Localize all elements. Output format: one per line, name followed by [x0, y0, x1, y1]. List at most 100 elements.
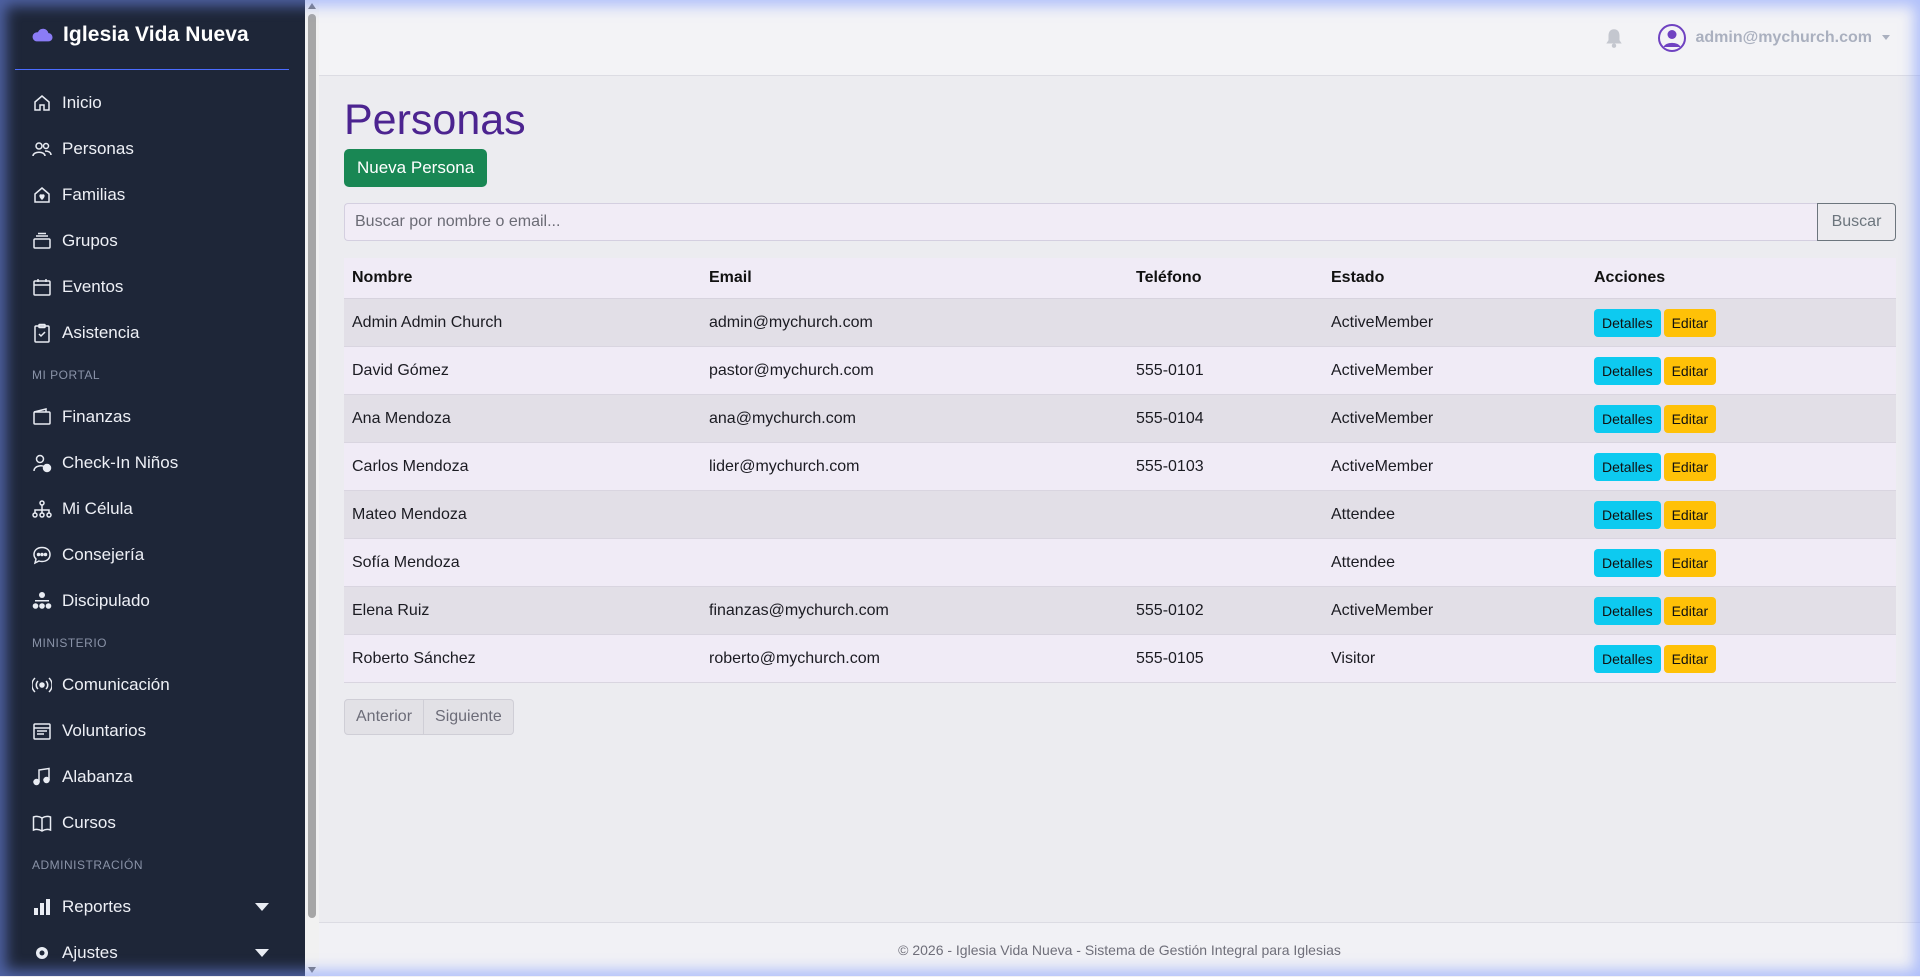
gear-icon [32, 943, 52, 963]
topbar: admin@mychurch.com [319, 0, 1920, 76]
sidebar-item-label: Personas [62, 139, 134, 158]
cell-estado: ActiveMember [1323, 346, 1586, 395]
sidebar-item-grupos[interactable]: Grupos [0, 218, 305, 264]
search-input[interactable] [344, 203, 1817, 241]
cell-telefono: 555-0105 [1128, 634, 1323, 683]
sidebar-item-inicio[interactable]: Inicio [0, 80, 305, 126]
edit-button[interactable]: Editar [1663, 548, 1717, 577]
cell-nombre: Carlos Mendoza [344, 442, 701, 491]
scrollbar-thumb[interactable] [308, 14, 316, 918]
prev-page-button[interactable]: Anterior [344, 699, 425, 735]
sidebar-item-eventos[interactable]: Eventos [0, 264, 305, 310]
cell-acciones: Detalles Editar [1586, 442, 1896, 491]
search-bar: Buscar [344, 203, 1896, 241]
cell-acciones: Detalles Editar [1586, 538, 1896, 587]
user-menu[interactable]: admin@mychurch.com [1657, 23, 1890, 53]
search-button[interactable]: Buscar [1817, 203, 1896, 241]
edit-button[interactable]: Editar [1663, 404, 1717, 433]
details-button[interactable]: Detalles [1594, 452, 1661, 481]
sidebar-item-reportes[interactable]: Reportes [0, 884, 305, 930]
bar-chart-icon [32, 897, 52, 917]
cell-telefono: 555-0103 [1128, 442, 1323, 491]
cell-email: admin@mychurch.com [701, 298, 1128, 347]
sidebar-item-label: Grupos [62, 231, 118, 250]
details-button[interactable]: Detalles [1594, 356, 1661, 385]
edit-button[interactable]: Editar [1663, 308, 1717, 337]
details-button[interactable]: Detalles [1594, 644, 1661, 673]
sidebar-item-discipulado[interactable]: Discipulado [0, 578, 305, 624]
sidebar-item-label: Consejería [62, 545, 145, 564]
wallet-icon [32, 407, 52, 427]
sidebar-item-alabanza[interactable]: Alabanza [0, 754, 305, 800]
sidebar-item-finanzas[interactable]: Finanzas [0, 394, 305, 440]
cell-email [701, 538, 1128, 587]
clipboard-check-icon [32, 323, 52, 343]
user-avatar-icon [1658, 23, 1687, 52]
next-page-button[interactable]: Siguiente [424, 699, 514, 735]
edit-button[interactable]: Editar [1663, 644, 1717, 673]
sidebar-item-personas[interactable]: Personas [0, 126, 305, 172]
sidebar-item-ajustes[interactable]: Ajustes [0, 930, 305, 976]
table-row: Admin Admin Church admin@mychurch.com Acti… [344, 298, 1896, 347]
sidebar-item-label: Reportes [62, 897, 131, 916]
sidebar-item-mi-celula[interactable]: Mi Célula [0, 486, 305, 532]
section-ministerio: MINISTERIO [32, 636, 108, 650]
sidebar-scrollbar[interactable] [305, 0, 319, 976]
sidebar-item-label: Discipulado [62, 591, 150, 610]
column-header-telefono[interactable]: Teléfono [1128, 258, 1323, 299]
details-button[interactable]: Detalles [1594, 548, 1661, 577]
details-button[interactable]: Detalles [1594, 308, 1661, 337]
edit-button[interactable]: Editar [1663, 452, 1717, 481]
sidebar-item-label: Mi Célula [62, 499, 133, 518]
page-title: Personas [344, 96, 526, 144]
edit-button[interactable]: Editar [1663, 500, 1717, 529]
details-button[interactable]: Detalles [1594, 500, 1661, 529]
sidebar-nav: Inicio Personas Familias Grupos Eventos … [0, 70, 305, 976]
table-row: Ana Mendoza ana@mychurch.com 555-0104 Activ… [344, 394, 1896, 443]
people-icon [32, 139, 52, 159]
cell-telefono [1128, 298, 1323, 347]
sidebar-item-label: Eventos [62, 277, 124, 296]
chevron-down-icon[interactable] [255, 949, 269, 957]
column-header-nombre[interactable]: Nombre [344, 258, 701, 299]
chat-dots-icon [32, 545, 52, 565]
details-button[interactable]: Detalles [1594, 596, 1661, 625]
section-mi-portal: MI PORTAL [32, 368, 101, 382]
column-header-email[interactable]: Email [701, 258, 1128, 299]
new-person-button[interactable]: Nueva Persona [344, 149, 488, 187]
sidebar-item-voluntarios[interactable]: Voluntarios [0, 708, 305, 754]
table-row: Carlos Mendoza lider@mychurch.com 555-0103… [344, 442, 1896, 491]
sidebar-item-label: Check-In Niños [62, 453, 179, 472]
pagination: Anterior Siguiente [344, 699, 1896, 735]
section-administracion: ADMINISTRACIÓN [32, 858, 144, 872]
edit-button[interactable]: Editar [1663, 596, 1717, 625]
main-content: Personas Nueva Persona Buscar Nombre Ema… [344, 96, 1896, 735]
sidebar-item-cursos[interactable]: Cursos [0, 800, 305, 846]
sidebar-item-familias[interactable]: Familias [0, 172, 305, 218]
sidebar-item-comunicacion[interactable]: Comunicación [0, 662, 305, 708]
footer-text: © 2026 - Iglesia Vida Nueva - Sistema de… [898, 942, 1341, 958]
broadcast-icon [32, 675, 52, 695]
sidebar-item-asistencia[interactable]: Asistencia [0, 310, 305, 356]
brand-name: Iglesia Vida Nueva [63, 22, 249, 46]
cell-estado: ActiveMember [1323, 394, 1586, 443]
chevron-down-icon [1882, 35, 1890, 40]
sidebar-item-consejeria[interactable]: Consejería [0, 532, 305, 578]
sidebar-item-label: Inicio [62, 93, 102, 112]
brand[interactable]: Iglesia Vida Nueva [15, 0, 289, 70]
chevron-down-icon[interactable] [255, 903, 269, 911]
cell-email: lider@mychurch.com [701, 442, 1128, 491]
details-button[interactable]: Detalles [1594, 404, 1661, 433]
bell-icon[interactable] [1603, 27, 1625, 49]
table-row: Mateo Mendoza Attendee Detalles Editar [344, 490, 1896, 539]
cell-acciones: Detalles Editar [1586, 394, 1896, 443]
scroll-down-icon[interactable] [308, 967, 316, 973]
column-header-estado[interactable]: Estado [1323, 258, 1586, 299]
cell-acciones: Detalles Editar [1586, 634, 1896, 683]
edit-button[interactable]: Editar [1663, 356, 1717, 385]
scroll-up-icon[interactable] [308, 3, 316, 9]
cell-nombre: Elena Ruiz [344, 586, 701, 635]
sidebar-item-check-in-ninos[interactable]: Check-In Niños [0, 440, 305, 486]
cell-estado: Visitor [1323, 634, 1586, 683]
sidebar-item-label: Finanzas [62, 407, 131, 426]
